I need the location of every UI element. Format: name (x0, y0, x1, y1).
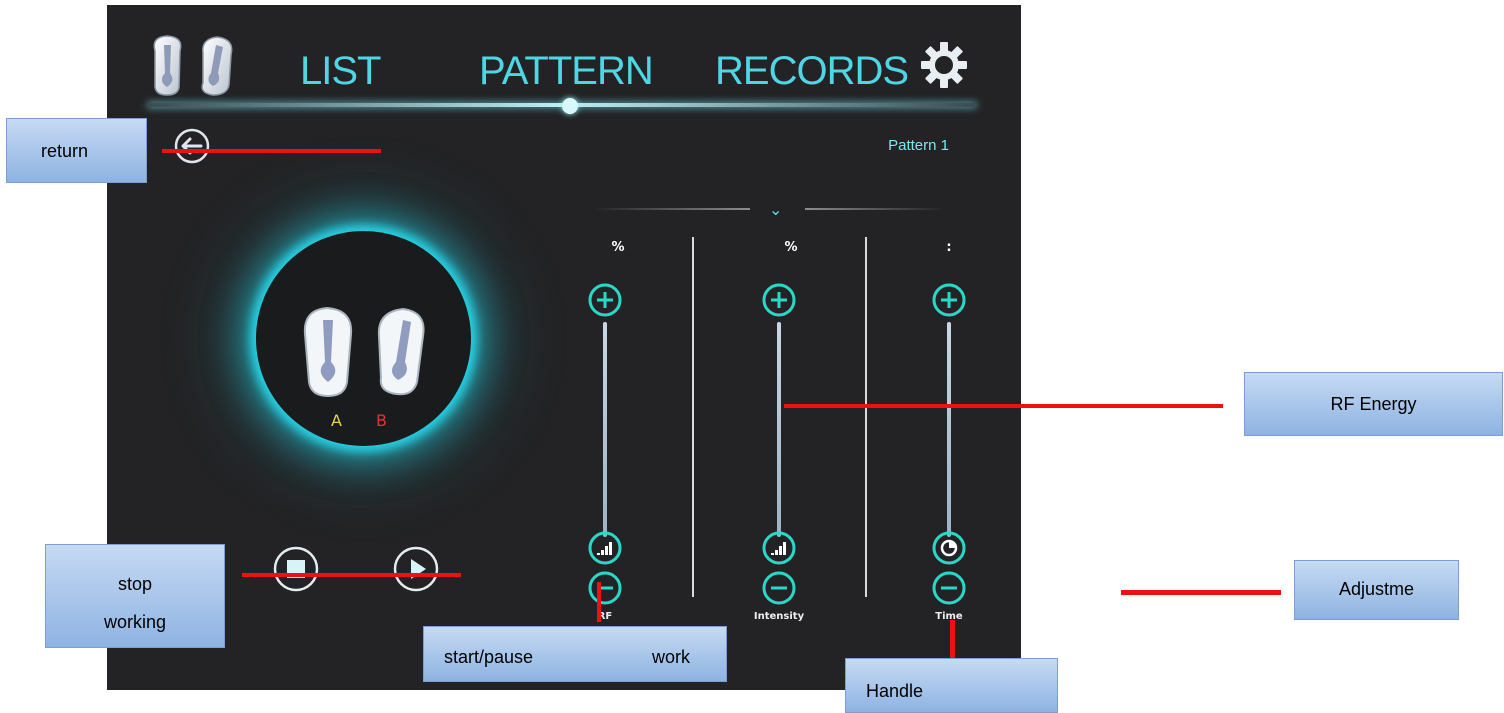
callout-rf-energy: RF Energy (1244, 372, 1503, 436)
callout-line-adjust (1121, 590, 1281, 595)
handpiece-b-icon (377, 307, 425, 396)
tab-records[interactable]: RECORDS (715, 47, 909, 95)
column-separator (865, 237, 867, 597)
callout-line-stop (242, 573, 461, 577)
callout-work-word: work (652, 647, 691, 667)
divider-right (805, 208, 945, 210)
handpiece-b-label: B (376, 411, 387, 430)
gear-icon[interactable] (919, 40, 969, 90)
callout-start-pause: start/pause work (423, 626, 727, 682)
callout-line-start (597, 582, 601, 622)
tab-pattern[interactable]: PATTERN (479, 47, 654, 95)
callout-line-handle (950, 620, 955, 660)
nav-slider-indicator[interactable] (562, 98, 578, 114)
callout-start-word: start/pause (444, 647, 534, 667)
rf-slider-track[interactable] (603, 322, 607, 537)
dual-handpiece-icon[interactable] (147, 33, 239, 99)
device-screen: LIST PATTERN RECORDS Pattern 1 ⌄ A B % R… (107, 5, 1021, 690)
callout-stop-line1: stop (117, 574, 153, 594)
minus-icon[interactable] (762, 571, 796, 605)
divider-left (592, 208, 750, 210)
callout-line-rf (784, 404, 1223, 408)
pattern-name: Pattern 1 (888, 137, 949, 154)
minus-icon[interactable] (932, 571, 966, 605)
intensity-slider-track[interactable] (777, 322, 781, 537)
tab-list[interactable]: LIST (300, 47, 381, 95)
time-label: Time (935, 611, 963, 622)
stop-icon[interactable] (272, 545, 320, 593)
plus-icon[interactable] (932, 283, 966, 317)
time-slider-track[interactable] (947, 322, 951, 537)
minus-icon[interactable] (588, 571, 622, 605)
plus-icon[interactable] (588, 283, 622, 317)
callout-stop-line2: working (103, 612, 167, 632)
callout-stop-working: stop working (45, 544, 225, 648)
intensity-unit: % (784, 240, 798, 255)
column-separator (692, 237, 694, 597)
rf-unit: % (611, 240, 625, 255)
callout-handle: Handle (845, 658, 1058, 713)
timer-icon (932, 531, 966, 565)
handpiece-a-label: A (331, 411, 342, 430)
rf-label: RF (597, 611, 613, 622)
intensity-label: Intensity (753, 611, 805, 622)
plus-icon[interactable] (762, 283, 796, 317)
signal-bars-icon (762, 531, 796, 565)
time-unit: : (946, 240, 952, 255)
play-icon[interactable] (392, 545, 440, 593)
signal-bars-icon (588, 531, 622, 565)
handpiece-a-icon (303, 306, 353, 398)
callout-return: return (6, 118, 147, 183)
back-arrow-icon[interactable] (173, 127, 211, 165)
callout-line-return (162, 149, 381, 153)
handpiece-display: A B (256, 231, 471, 446)
chevron-down-icon[interactable]: ⌄ (769, 200, 782, 219)
callout-adjustme: Adjustme (1294, 560, 1459, 620)
